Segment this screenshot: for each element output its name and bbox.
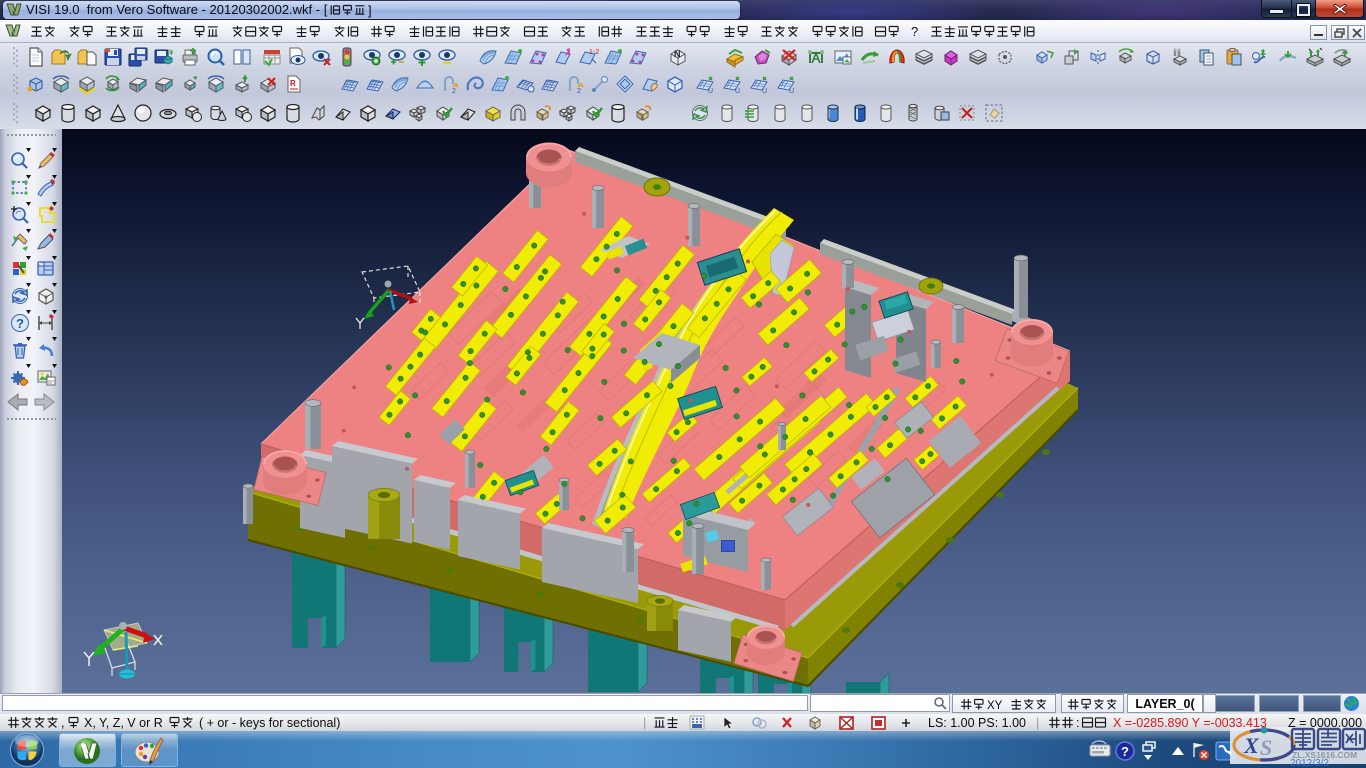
svg-text:( + or - keys for sectional): ( + or - keys for sectional)	[199, 716, 340, 730]
svg-text:LS: 1.00 PS: 1.00: LS: 1.00 PS: 1.00	[928, 716, 1026, 730]
svg-text:X, Y, Z, V or R: X, Y, Z, V or R	[84, 716, 163, 730]
svg-text:]: ]	[368, 3, 372, 18]
svg-text::: :	[1076, 716, 1079, 730]
svg-text:?: ?	[911, 24, 918, 39]
svg-text:2012/3/2: 2012/3/2	[1290, 758, 1329, 768]
svg-text:|: |	[643, 716, 646, 730]
svg-text:|: |	[1036, 716, 1039, 730]
svg-text:S: S	[1260, 735, 1272, 760]
svg-text:X: X	[1243, 733, 1260, 758]
svg-text:?: ?	[1121, 744, 1129, 759]
svg-text:,: ,	[61, 716, 64, 730]
svg-text:XY: XY	[987, 700, 1003, 712]
